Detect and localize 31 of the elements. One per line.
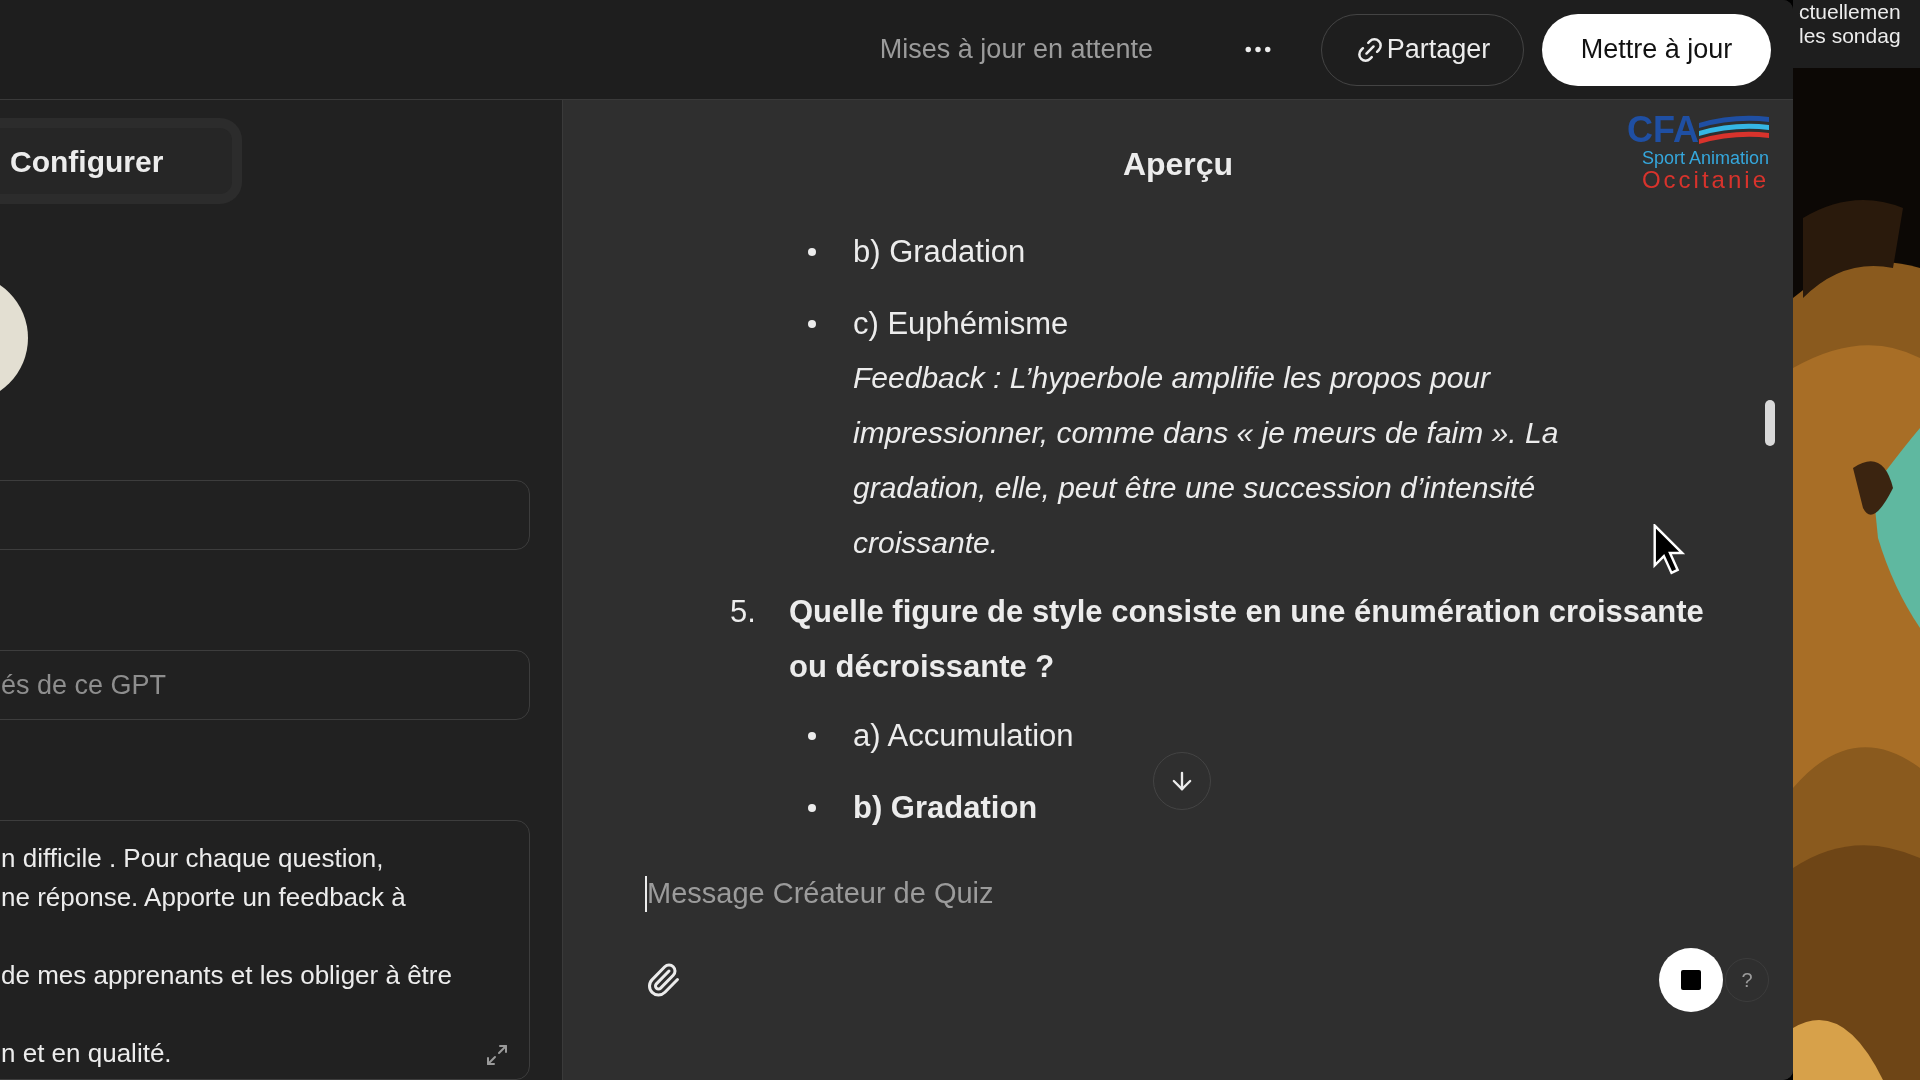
message-input[interactable]: Message Créateur de Quiz [647, 872, 1447, 916]
instructions-text: n et en qualité. [1, 1037, 172, 1070]
input-field[interactable]: és de ce GPT [0, 650, 530, 720]
feedback-text: Feedback : L’hyperbole amplifie les propos pour impressionner, comme dans « je meurs de faim ». La gradation, elle, peut être une succession d’intensité croissante. [853, 360, 1560, 561]
instructions-text: n difficile . Pour chaque question, [1, 842, 384, 875]
instructions-text: ne réponse. Apporte un feedback à [1, 881, 406, 914]
preview-title: Aperçu [1122, 145, 1234, 184]
caption-text: ctuellemen [1799, 0, 1901, 24]
stop-icon [1681, 970, 1701, 990]
status-text: Mises à jour en attente [879, 33, 1153, 67]
question-number: 5. [730, 593, 757, 631]
answer-option: a) Accumulation [853, 712, 1074, 760]
logo: CFA Sport Animation Occitanie [1626, 112, 1769, 192]
instructions-field[interactable]: n difficile . Pour chaque question, ne réponse. Apporte un feedback à de mes apprenants et les obliger à être n et en qualité. [0, 820, 530, 1080]
answer-option: b) Gradation [853, 784, 1038, 832]
update-button[interactable]: Mettre à jour [1542, 13, 1771, 86]
input-field[interactable] [0, 480, 530, 550]
mouse-cursor-icon [1653, 524, 1687, 576]
scrollbar-thumb[interactable] [1765, 400, 1775, 446]
answer-option: c) Euphémisme [853, 300, 1069, 348]
more-icon[interactable] [1245, 46, 1271, 53]
bullet-icon [808, 804, 816, 812]
question-text: Quelle figure de style consiste en une énumération croissante ou décroissante ? [789, 593, 1705, 686]
bullet-icon [808, 320, 816, 328]
paperclip-icon[interactable] [645, 962, 681, 998]
instructions-text: de mes apprenants et les obliger à être [1, 959, 452, 992]
answer-option: b) Gradation [853, 228, 1026, 276]
bullet-icon [808, 248, 816, 256]
expand-icon[interactable] [485, 1043, 509, 1067]
bullet-icon [808, 732, 816, 740]
caption-text: les sondag [1799, 24, 1901, 48]
